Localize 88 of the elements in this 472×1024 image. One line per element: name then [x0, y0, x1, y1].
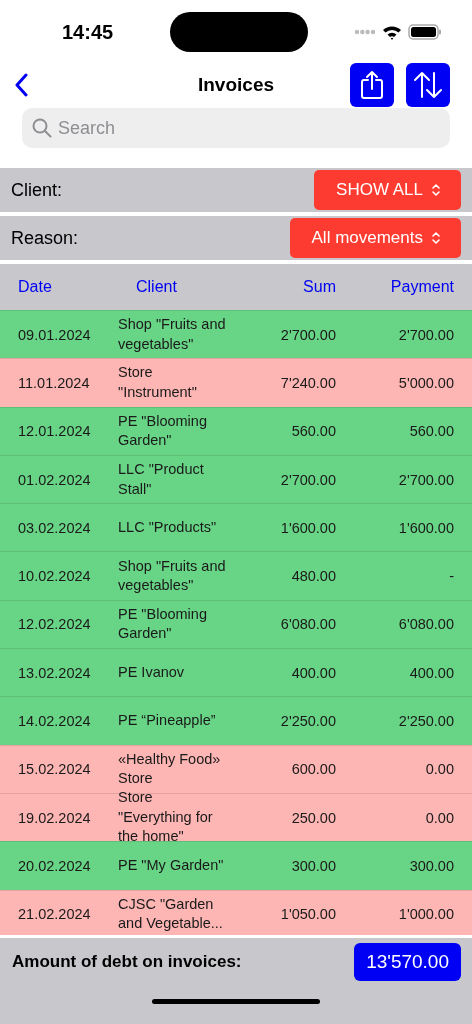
- date-cell-text: 20.02.2024: [18, 857, 92, 874]
- back-chevron-icon: [14, 73, 28, 97]
- client-cell-text: PE Ivanov: [118, 662, 186, 682]
- filter-label: Client:: [11, 179, 63, 201]
- sum-cell-text: 300.00: [290, 857, 336, 874]
- client-cell-text: PE “Pineapple”: [118, 711, 217, 731]
- client-cell-text: LLC "Product Stall": [118, 460, 205, 499]
- date-cell-text: 13.02.2024: [18, 664, 92, 681]
- payment-cell-text: 2'700.00: [397, 471, 454, 488]
- share-icon: [359, 70, 385, 100]
- sum-cell-text: 480.00: [290, 568, 336, 585]
- sum-cell-text: 2'700.00: [279, 326, 336, 343]
- table-row[interactable]: 11.01.2024 Store "Instrument" 7'240.00 5'000.00: [0, 358, 472, 407]
- table-row[interactable]: 10.02.2024 Shop "Fruits and vegetables" 480.00 -: [0, 551, 472, 600]
- client-cell-text: PE "Blooming Garden": [118, 411, 208, 451]
- share-button[interactable]: [350, 63, 394, 107]
- sum-cell-text: 2'250.00: [279, 713, 336, 729]
- search-field[interactable]: Search: [22, 108, 450, 148]
- column-header[interactable]: Payment: [336, 278, 454, 296]
- date-cell-text: 01.02.2024: [18, 471, 92, 488]
- filter-label: Reason:: [11, 227, 79, 249]
- table-row[interactable]: 09.01.2024 Shop "Fruits and vegetables" 2'700.00 2'700.00: [0, 310, 472, 359]
- sum-cell-text: 7'240.00: [279, 374, 336, 391]
- client-cell-text: «Healthy Food» Store: [118, 749, 222, 789]
- sort-arrows-icon: [413, 70, 443, 100]
- debt-label: Amount of debt on invoices:: [12, 952, 242, 972]
- filter-picker[interactable]: All movements: [289, 218, 461, 258]
- client-cell-text: Shop "Fruits and vegetables": [118, 556, 227, 596]
- table-row[interactable]: 12.01.2024 PE "Blooming Garden" 560.00 560.00: [0, 406, 472, 455]
- payment-cell-text: 2'700.00: [397, 326, 454, 343]
- back-button[interactable]: [14, 73, 28, 97]
- table-row[interactable]: 01.02.2024 LLC "Product Stall" 2'700.00 2'700.00: [0, 454, 472, 504]
- payment-cell-text: 6'080.00: [397, 616, 454, 633]
- client-cell-text: Shop "Fruits and vegetables": [118, 315, 227, 354]
- payment-cell-text: -: [448, 568, 454, 585]
- sum-cell-text: 250.00: [290, 809, 336, 826]
- payment-cell-text: 560.00: [408, 423, 454, 440]
- sort-button[interactable]: [406, 63, 450, 107]
- payment-cell-text: 0.00: [424, 761, 454, 778]
- signal-icon: [354, 29, 376, 35]
- column-header[interactable]: Client: [118, 278, 230, 296]
- table-row[interactable]: 20.02.2024 PE "My Garden" 300.00 300.00: [0, 841, 472, 890]
- client-cell-text: Store "Instrument": [118, 363, 198, 402]
- debt-total: 13'570.00: [354, 943, 461, 981]
- column-header[interactable]: Date: [18, 278, 118, 296]
- sum-cell-text: 1'600.00: [279, 519, 336, 536]
- date-cell-text: 10.02.2024: [18, 568, 92, 585]
- table-row[interactable]: 19.02.2024 Store "Everything for the home" 250.00 0.00: [0, 792, 472, 842]
- chevrons-icon: [431, 183, 441, 197]
- date-cell-text: 09.01.2024: [18, 326, 92, 343]
- table-row[interactable]: 15.02.2024 «Healthy Food» Store 600.00 0.00: [0, 744, 472, 793]
- sum-cell-text: 2'700.00: [279, 471, 336, 488]
- date-cell-text: 19.02.2024: [18, 809, 92, 826]
- date-cell-text: 14.02.2024: [18, 713, 92, 729]
- client-cell-text: LLC "Products": [118, 518, 218, 538]
- payment-cell-text: 1'600.00: [397, 519, 454, 536]
- date-cell-text: 11.01.2024: [18, 374, 91, 391]
- screen-title: Invoices: [198, 74, 274, 96]
- date-cell-text: 21.02.2024: [18, 906, 92, 923]
- sum-cell-text: 600.00: [290, 761, 336, 778]
- battery-icon: [408, 24, 442, 40]
- client-cell-text: PE "My Garden": [118, 856, 225, 876]
- sum-cell-text: 400.00: [290, 664, 336, 681]
- date-cell-text: 03.02.2024: [18, 519, 92, 536]
- payment-cell-text: 0.00: [424, 809, 454, 826]
- table-row[interactable]: 21.02.2024 CJSC "Garden and Vegetable... 1'050.00 1'000.00: [0, 889, 472, 938]
- client-cell-text: CJSC "Garden and Vegetable...: [118, 894, 224, 934]
- status-time: 14:45: [62, 20, 114, 44]
- column-header[interactable]: Sum: [230, 278, 336, 296]
- payment-cell-text: 2'250.00: [397, 713, 454, 729]
- table-row[interactable]: 14.02.2024 PE “Pineapple” 2'250.00 2'250.00: [0, 696, 472, 745]
- sum-cell-text: 1'050.00: [279, 906, 336, 923]
- table-row[interactable]: 13.02.2024 PE Ivanov 400.00 400.00: [0, 648, 472, 697]
- date-cell-text: 15.02.2024: [18, 761, 92, 778]
- table-row[interactable]: 12.02.2024 PE "Blooming Garden" 6'080.00 6'080.00: [0, 599, 472, 649]
- payment-cell-text: 1'000.00: [397, 906, 454, 923]
- sum-cell-text: 560.00: [290, 423, 336, 440]
- payment-cell-text: 5'000.00: [397, 374, 454, 391]
- payment-cell-text: 400.00: [408, 664, 454, 681]
- filter-picker[interactable]: SHOW ALL: [314, 170, 461, 210]
- date-cell-text: 12.02.2024: [18, 616, 92, 633]
- wifi-icon: [382, 24, 402, 40]
- chevrons-icon: [431, 231, 441, 245]
- sum-cell-text: 6'080.00: [279, 616, 336, 633]
- table-row[interactable]: 03.02.2024 LLC "Products" 1'600.00 1'600.00: [0, 503, 472, 552]
- date-cell-text: 12.01.2024: [18, 423, 92, 440]
- payment-cell-text: 300.00: [408, 857, 454, 874]
- client-cell-text: PE "Blooming Garden": [118, 604, 208, 644]
